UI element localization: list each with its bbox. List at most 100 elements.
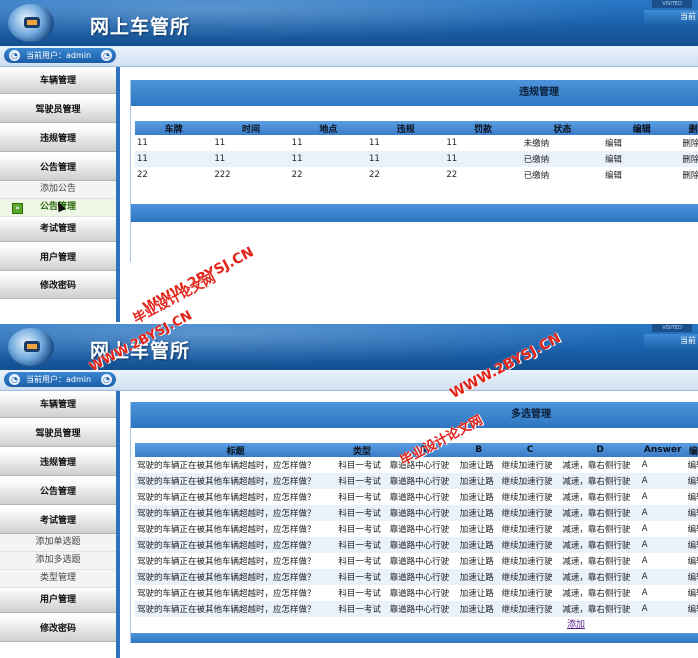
table-cell: A: [639, 537, 686, 553]
multichoice-panel: 多选管理 标题类型ABCDAnswer编辑 驾驶的车辆正在被其他车辆超越时，应怎…: [130, 402, 698, 643]
user-icon: ◔: [9, 50, 20, 61]
table-cell: 未缴纳: [521, 135, 604, 151]
menu-user[interactable]: 用户管理: [0, 246, 116, 271]
edit-link[interactable]: 编辑: [685, 553, 698, 569]
table-cell: 继续加速行驶: [499, 569, 561, 585]
table-cell: 靠道路中心行驶: [387, 569, 458, 585]
current-user-label-2: 当前用户：admin: [26, 375, 92, 384]
delete-link[interactable]: 删除: [680, 151, 698, 167]
column-header: 罚款: [444, 121, 522, 135]
menu-notice[interactable]: 公告管理: [0, 156, 116, 181]
column-header: 编辑: [685, 443, 698, 457]
edit-link[interactable]: 编辑: [685, 457, 698, 473]
table-cell: 驾驶的车辆正在被其他车辆超越时，应怎样做？: [135, 537, 337, 553]
user-bar-2: ◔ 当前用户：admin ◔: [0, 370, 698, 391]
edit-link[interactable]: 编辑: [685, 521, 698, 537]
table-cell: 驾驶的车辆正在被其他车辆超越时，应怎样做？: [135, 585, 337, 601]
table-cell: 减速，靠右侧行驶: [560, 457, 640, 473]
table-cell: 11: [212, 151, 290, 167]
menu-driver[interactable]: 驾驶员管理: [0, 98, 116, 123]
edit-link[interactable]: 编辑: [685, 489, 698, 505]
table-cell: 加速让路: [457, 601, 500, 617]
delete-link[interactable]: 删除: [680, 167, 698, 183]
edit-link[interactable]: 编辑: [685, 601, 698, 617]
submenu-add-notice[interactable]: 添加公告: [0, 181, 116, 199]
column-header: C: [499, 443, 561, 457]
table-cell: 加速让路: [457, 521, 500, 537]
table-cell: 11: [289, 135, 367, 151]
menu-driver[interactable]: 驾驶员管理: [0, 422, 116, 447]
column-header: 标题: [135, 443, 337, 457]
edit-link[interactable]: 编辑: [603, 167, 681, 183]
multichoice-table: 标题类型ABCDAnswer编辑 驾驶的车辆正在被其他车辆超越时，应怎样做？科目…: [135, 443, 698, 617]
table-cell: A: [639, 505, 686, 521]
edit-link[interactable]: 编辑: [603, 135, 681, 151]
edit-link[interactable]: 编辑: [603, 151, 681, 167]
table-row: 22 222 22 22 22 已缴纳 编辑 删除: [135, 167, 698, 183]
edit-link[interactable]: 编辑: [685, 537, 698, 553]
submenu-type-manage[interactable]: 类型管理: [0, 570, 116, 588]
edit-link[interactable]: 编辑: [685, 505, 698, 521]
app-logo-icon: [8, 328, 54, 366]
table-cell: 继续加速行驶: [499, 489, 561, 505]
table-cell: 科目一考试: [336, 585, 388, 601]
add-link[interactable]: 添加: [567, 620, 585, 630]
table-cell: A: [639, 521, 686, 537]
screenshot-multichoice: 网上车管所 VISITED 当前 ◔ 当前用户：admin ◔ 车辆管理 驾驶员…: [0, 324, 698, 658]
violations-panel: 违规管理 车牌时间地点违规罚款状态编辑删除 1111111111未缴纳编辑删除1…: [130, 80, 698, 262]
table-cell: 11: [212, 135, 290, 151]
table-cell: 靠道路中心行驶: [387, 601, 458, 617]
table-cell: A: [639, 457, 686, 473]
menu-violation[interactable]: 违规管理: [0, 451, 116, 476]
current-user: ◔ 当前用户：admin ◔: [4, 48, 116, 63]
panel-footer-bar-2: [131, 633, 698, 643]
menu-violation[interactable]: 违规管理: [0, 127, 116, 152]
edit-link[interactable]: 编辑: [685, 569, 698, 585]
table-cell: 减速，靠右侧行驶: [560, 569, 640, 585]
app-title: 网上车管所: [90, 16, 191, 38]
table-header-row: 车牌时间地点违规罚款状态编辑删除: [135, 121, 698, 135]
column-header: 时间: [212, 121, 290, 135]
menu-user[interactable]: 用户管理: [0, 588, 116, 613]
table-cell: 科目一考试: [336, 457, 388, 473]
edit-link[interactable]: 编辑: [685, 473, 698, 489]
current-user-label: 当前用户：admin: [26, 51, 92, 60]
header-current-label-2: 当前: [644, 334, 698, 348]
table-cell: 继续加速行驶: [499, 521, 561, 537]
table-row: 11 11 11 11 11 已缴纳 编辑 删除: [135, 151, 698, 167]
table-cell: 继续加速行驶: [499, 585, 561, 601]
menu-password[interactable]: 修改密码: [0, 617, 116, 642]
menu-vehicle[interactable]: 车辆管理: [0, 393, 116, 418]
table-cell: 驾驶的车辆正在被其他车辆超越时，应怎样做？: [135, 569, 337, 585]
table-row: 驾驶的车辆正在被其他车辆超越时，应怎样做？ 科目一考试 靠道路中心行驶 加速让路 继续加…: [135, 601, 698, 617]
menu-exam[interactable]: 考试管理: [0, 217, 116, 242]
submenu-add-multi[interactable]: 添加多选题: [0, 552, 116, 570]
table-cell: 22: [135, 167, 213, 183]
menu-vehicle[interactable]: 车辆管理: [0, 69, 116, 94]
column-header: 车牌: [135, 121, 213, 135]
submenu-add-single[interactable]: 添加单选题: [0, 534, 116, 552]
header-badge: VISITED: [652, 0, 692, 8]
panel-title: 违规管理: [519, 87, 559, 98]
table-cell: 继续加速行驶: [499, 553, 561, 569]
delete-link[interactable]: 删除: [680, 135, 698, 151]
table-cell: 减速，靠右侧行驶: [560, 553, 640, 569]
table-cell: 靠道路中心行驶: [387, 489, 458, 505]
menu-notice[interactable]: 公告管理: [0, 480, 116, 505]
table-cell: 科目一考试: [336, 601, 388, 617]
column-header: B: [457, 443, 500, 457]
table-cell: A: [639, 553, 686, 569]
table-cell: 靠道路中心行驶: [387, 585, 458, 601]
table-row: 11 11 11 11 11 未缴纳 编辑 删除: [135, 135, 698, 151]
column-header: 状态: [521, 121, 604, 135]
menu-password[interactable]: 修改密码: [0, 274, 116, 299]
table-cell: 驾驶的车辆正在被其他车辆超越时，应怎样做？: [135, 457, 337, 473]
table-cell: 驾驶的车辆正在被其他车辆超越时，应怎样做？: [135, 505, 337, 521]
table-cell: 驾驶的车辆正在被其他车辆超越时，应怎样做？: [135, 473, 337, 489]
table-row: 驾驶的车辆正在被其他车辆超越时，应怎样做？ 科目一考试 靠道路中心行驶 加速让路 继续加…: [135, 521, 698, 537]
edit-link[interactable]: 编辑: [685, 585, 698, 601]
app-header: 网上车管所 VISITED 当前: [0, 0, 698, 46]
table-cell: 11: [366, 151, 445, 167]
panel-title-bar: 违规管理: [131, 80, 698, 106]
menu-exam[interactable]: 考试管理: [0, 509, 116, 534]
